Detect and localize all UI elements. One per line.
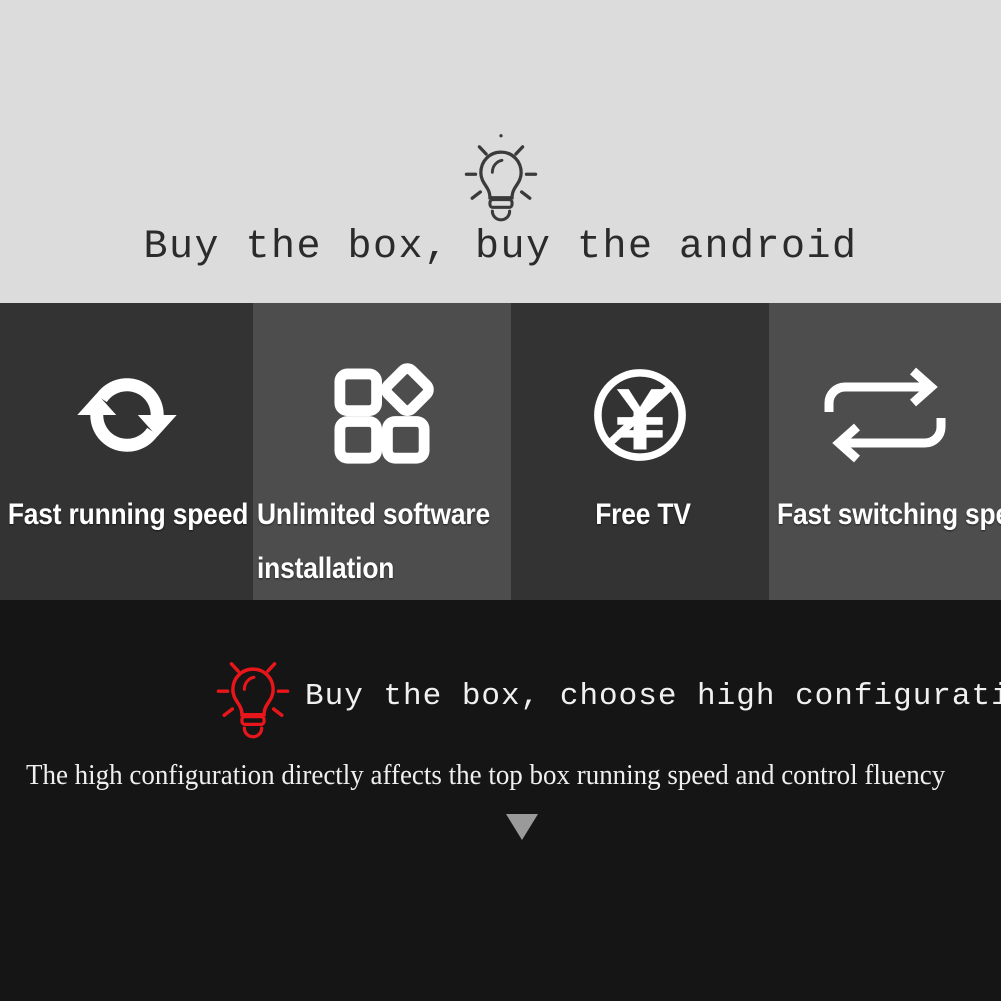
feature-label: Free TV	[595, 498, 691, 531]
feature-panel-unlimited-software-installation[interactable]: Unlimited software installation	[253, 303, 511, 600]
switch-arrows-icon	[821, 365, 949, 465]
feature-panel-free-tv[interactable]: Free TV	[511, 303, 769, 600]
top-banner: Buy the box, buy the android	[0, 0, 1001, 303]
down-triangle-icon[interactable]	[506, 814, 538, 840]
feature-panel-row: Fast running speed Unlimited software in…	[0, 303, 1001, 600]
feature-panel-fast-running-speed[interactable]: Fast running speed	[0, 303, 253, 600]
feature-label: Fast running speed	[7, 498, 249, 531]
refresh-sync-icon	[73, 361, 181, 469]
apps-grid-icon	[328, 361, 436, 469]
promo-page: Buy the box, buy the android Fast runnin…	[0, 0, 1001, 1001]
feature-panel-fast-switching-speed[interactable]: Fast switching speed	[769, 303, 1001, 600]
lightbulb-icon-red	[205, 648, 301, 744]
feature-label: Unlimited software installation	[257, 498, 491, 585]
page-title: Buy the box, buy the android	[143, 225, 858, 270]
bottom-banner: Buy the box, choose high configuration T…	[0, 600, 1001, 1001]
no-money-yen-icon	[586, 361, 694, 469]
feature-label: Fast switching speed	[777, 498, 1001, 531]
bottom-title: Buy the box, choose high configuration	[305, 678, 1001, 714]
bottom-headline-group: Buy the box, choose high configuration	[205, 648, 1001, 744]
lightbulb-icon	[453, 131, 549, 227]
bottom-subtitle: The high configuration directly affects …	[26, 759, 946, 791]
